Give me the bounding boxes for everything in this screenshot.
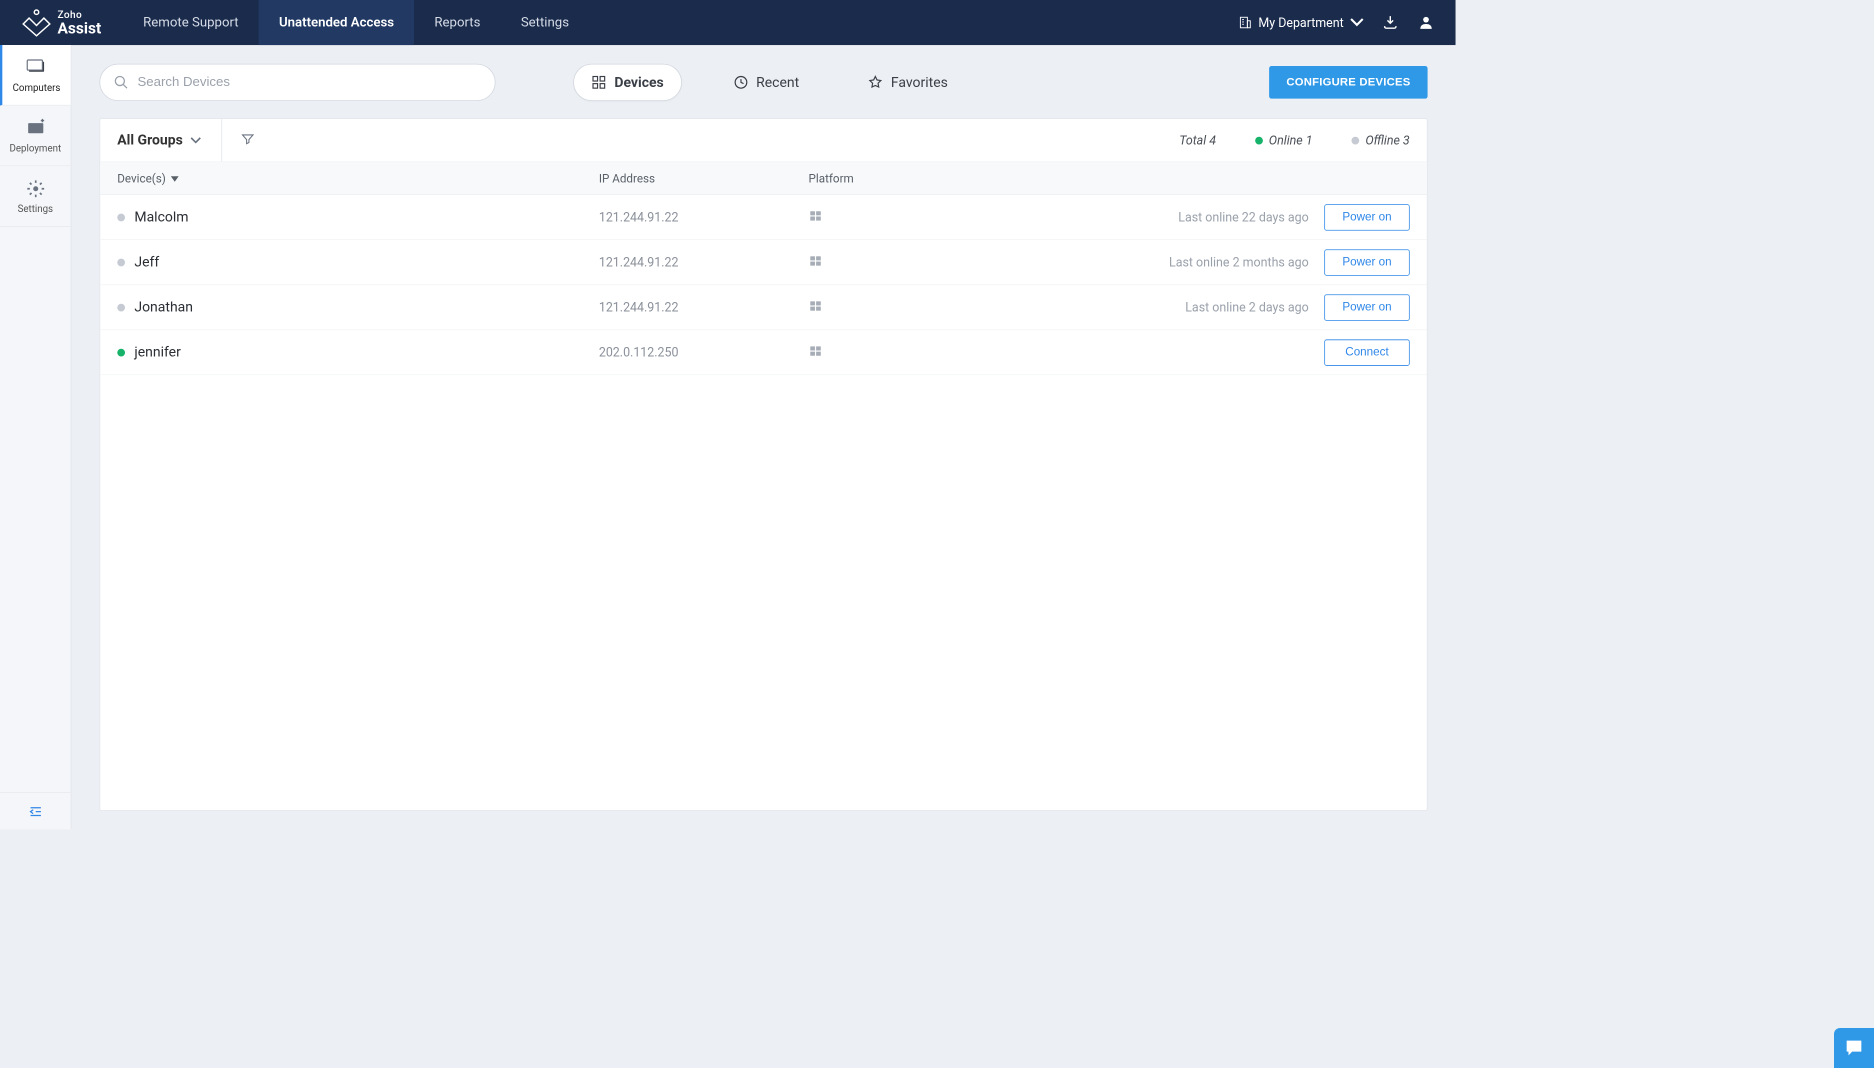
building-icon (1238, 16, 1252, 30)
status-dot (117, 258, 125, 266)
device-last-online: Last online 22 days ago (964, 210, 1324, 225)
device-name: Jeff (117, 254, 599, 270)
windows-icon (809, 209, 823, 223)
sidebar-item-computers[interactable]: Computers (0, 45, 71, 106)
device-platform (809, 344, 964, 361)
device-action: Power on (1324, 204, 1409, 230)
assist-logo-icon (22, 8, 52, 38)
device-platform (809, 299, 964, 316)
device-last-online: Last online 2 days ago (964, 300, 1324, 315)
status-dot (117, 348, 125, 356)
status-dot (117, 213, 125, 221)
configure-devices-button[interactable]: CONFIGURE DEVICES (1269, 66, 1427, 99)
col-platform: Platform (809, 171, 964, 185)
stat-offline: Offline 3 (1351, 133, 1409, 148)
connect-button[interactable]: Connect (1324, 339, 1409, 365)
table-row[interactable]: Jeff 121.244.91.22 Last online 2 months … (100, 240, 1427, 285)
collapse-icon (28, 803, 44, 819)
device-panel: All Groups Total 4 Online 1 Offline 3 De… (99, 118, 1427, 811)
windows-icon (809, 254, 823, 268)
col-devices[interactable]: Device(s) (117, 171, 599, 185)
groups-dropdown[interactable]: All Groups (117, 119, 222, 162)
device-last-online: Last online 2 months ago (964, 255, 1324, 270)
device-ip: 121.244.91.22 (599, 210, 809, 225)
computers-icon (26, 57, 46, 77)
device-platform (809, 209, 964, 226)
windows-icon (809, 299, 823, 313)
sidebar-label: Computers (13, 82, 61, 94)
department-dropdown[interactable]: My Department (1238, 15, 1364, 30)
sidebar-label: Deployment (10, 143, 62, 155)
tab-favorites[interactable]: Favorites (850, 64, 964, 101)
search-box (99, 64, 495, 101)
nav-links: Remote Support Unattended Access Reports… (123, 0, 589, 45)
chat-widget[interactable] (1834, 1028, 1874, 1068)
sidebar-label: Settings (18, 203, 53, 215)
device-platform (809, 254, 964, 271)
table-header: Device(s) IP Address Platform (100, 162, 1427, 195)
panel-header: All Groups Total 4 Online 1 Offline 3 (100, 119, 1427, 162)
user-icon (1417, 14, 1434, 31)
device-name: Jonathan (117, 299, 599, 315)
table-row[interactable]: Malcolm 121.244.91.22 Last online 22 day… (100, 195, 1427, 240)
star-icon (868, 75, 884, 91)
sidebar: Computers Deployment Settings (0, 45, 71, 829)
user-menu[interactable] (1417, 13, 1436, 32)
device-ip: 121.244.91.22 (599, 300, 809, 315)
main: Devices Recent Favorites CONFIGURE DEVIC… (71, 45, 1455, 829)
device-action: Connect (1324, 339, 1409, 365)
search-input[interactable] (99, 64, 495, 101)
toolbar: Devices Recent Favorites CONFIGURE DEVIC… (99, 64, 1427, 101)
download-button[interactable] (1381, 13, 1400, 32)
top-nav: Zoho Assist Remote Support Unattended Ac… (0, 0, 1456, 45)
logo[interactable]: Zoho Assist (0, 0, 123, 45)
col-ip: IP Address (599, 171, 809, 185)
view-tabs: Devices Recent Favorites (573, 64, 965, 101)
nav-reports[interactable]: Reports (414, 0, 500, 45)
clock-icon (733, 75, 749, 91)
search-icon (113, 75, 129, 91)
filter-button[interactable] (222, 132, 273, 149)
groups-label: All Groups (117, 132, 182, 148)
collapse-sidebar-button[interactable] (0, 792, 71, 829)
department-label: My Department (1258, 15, 1343, 30)
tab-label: Devices (614, 74, 663, 90)
filter-icon (241, 132, 255, 146)
table-row[interactable]: Jonathan 121.244.91.22 Last online 2 day… (100, 285, 1427, 330)
power-on-button[interactable]: Power on (1324, 249, 1409, 275)
chat-icon (1843, 1037, 1865, 1059)
logo-brand-bottom: Assist (57, 20, 101, 36)
nav-unattended-access[interactable]: Unattended Access (259, 0, 414, 45)
grid-icon (591, 75, 607, 91)
tab-label: Favorites (891, 74, 948, 90)
nav-settings[interactable]: Settings (501, 0, 590, 45)
device-name: Malcolm (117, 209, 599, 225)
gear-icon (25, 179, 45, 199)
download-icon (1382, 14, 1399, 31)
table-body: Malcolm 121.244.91.22 Last online 22 day… (100, 195, 1427, 375)
deployment-icon (25, 118, 45, 138)
tab-devices[interactable]: Devices (573, 64, 681, 101)
power-on-button[interactable]: Power on (1324, 204, 1409, 230)
device-action: Power on (1324, 294, 1409, 320)
device-ip: 121.244.91.22 (599, 255, 809, 270)
table-row[interactable]: jennifer 202.0.112.250 Connect (100, 330, 1427, 375)
stat-total: Total 4 (1179, 133, 1216, 148)
power-on-button[interactable]: Power on (1324, 294, 1409, 320)
tab-label: Recent (756, 74, 799, 90)
sidebar-item-settings[interactable]: Settings (0, 166, 71, 227)
device-action: Power on (1324, 249, 1409, 275)
device-stats: Total 4 Online 1 Offline 3 (1179, 133, 1409, 148)
device-ip: 202.0.112.250 (599, 345, 809, 360)
tab-recent[interactable]: Recent (716, 64, 817, 101)
chevron-down-icon (191, 135, 202, 146)
device-name: jennifer (117, 344, 599, 360)
status-dot (117, 303, 125, 311)
sort-icon (171, 174, 179, 182)
sidebar-item-deployment[interactable]: Deployment (0, 106, 71, 167)
windows-icon (809, 344, 823, 358)
stat-online: Online 1 (1255, 133, 1313, 148)
nav-remote-support[interactable]: Remote Support (123, 0, 259, 45)
chevron-down-icon (1350, 16, 1364, 30)
